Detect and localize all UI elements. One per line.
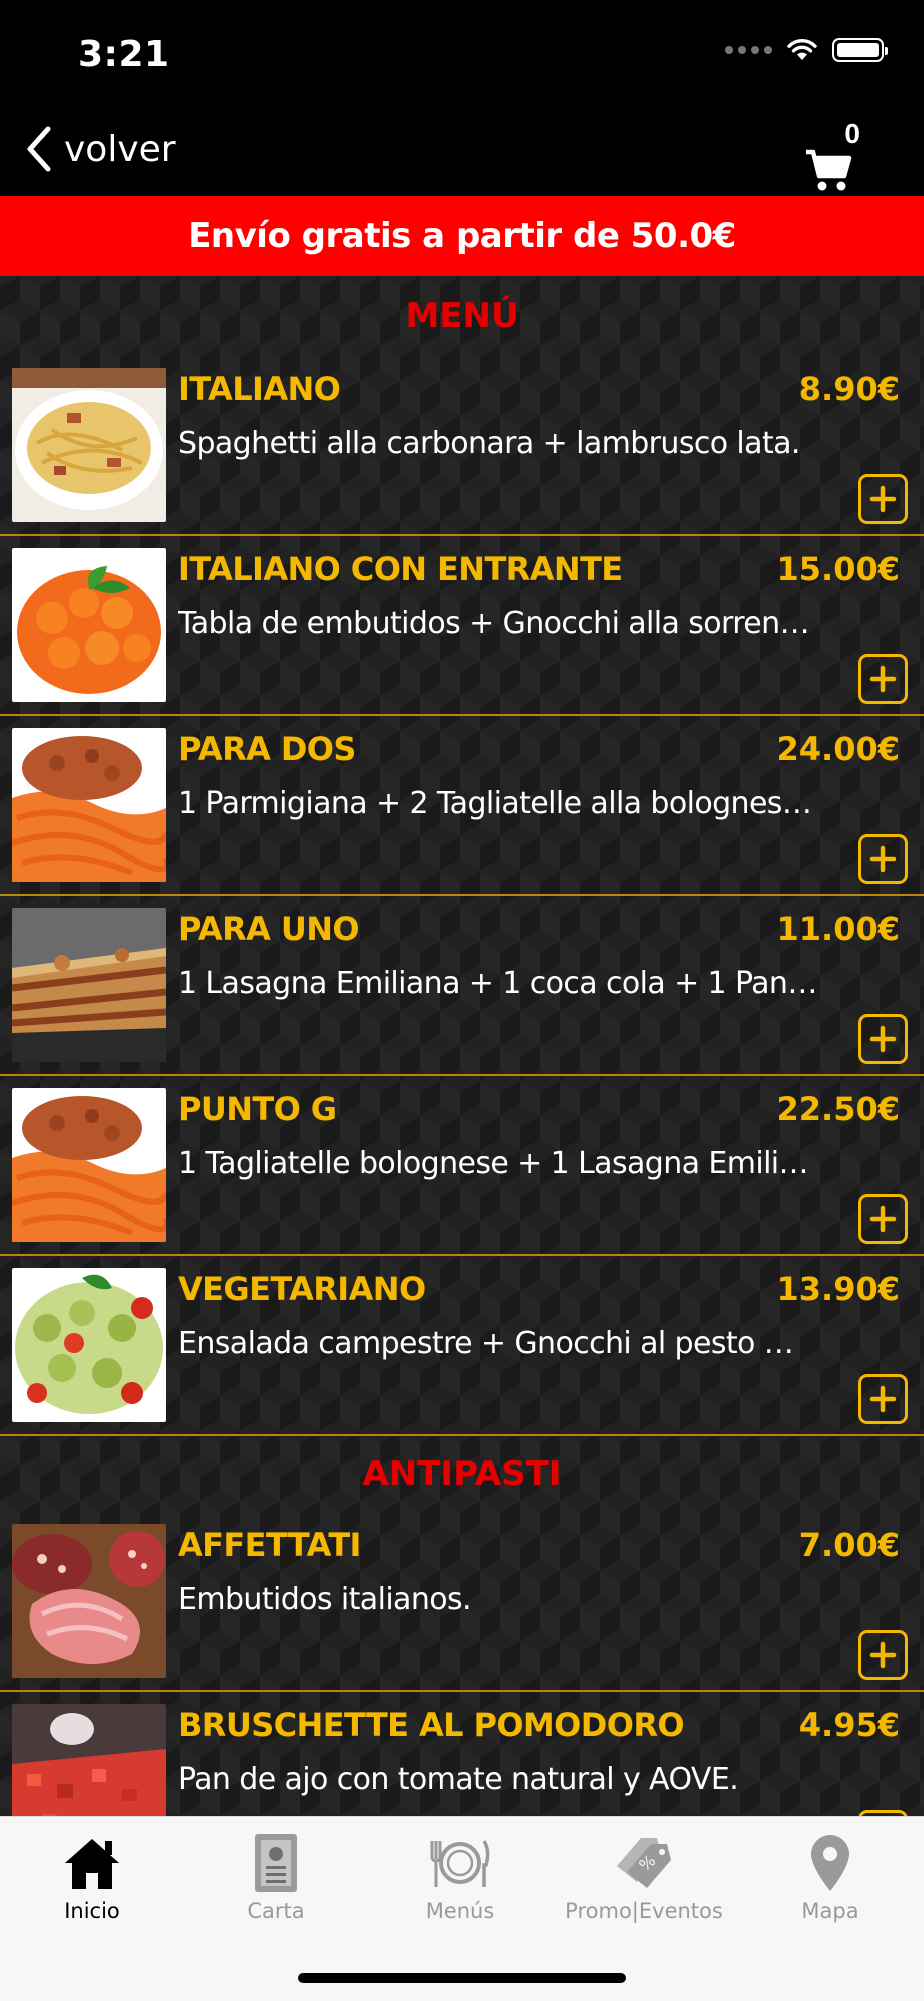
item-description: Pan de ajo con tomate natural y AOVE. bbox=[178, 1762, 739, 1797]
item-price: 15.00€ bbox=[776, 550, 900, 588]
home-icon bbox=[65, 1839, 119, 1889]
back-button[interactable]: volver bbox=[26, 122, 176, 176]
tab-label: Mapa bbox=[801, 1899, 859, 1923]
item-name: AFFETTATI bbox=[178, 1526, 361, 1564]
list-item[interactable]: ITALIANO 8.90€ Spaghetti alla carbonara … bbox=[0, 356, 924, 536]
item-name: PARA DOS bbox=[178, 730, 356, 768]
item-price: 13.90€ bbox=[776, 1270, 900, 1308]
menu-card-icon bbox=[255, 1834, 297, 1892]
item-description: Tabla de embutidos + Gnocchi alla sorren… bbox=[178, 606, 818, 641]
list-item[interactable]: BRUSCHETTE AL POMODORO 4.95€ Pan de ajo … bbox=[0, 1692, 924, 1816]
item-name: ITALIANO CON ENTRANTE bbox=[178, 550, 623, 588]
section-title-menu: MENÚ bbox=[405, 296, 519, 336]
tab-promo-eventos[interactable]: % Promo|Eventos bbox=[554, 1831, 734, 1931]
dish-image bbox=[12, 1088, 166, 1242]
cart-button[interactable]: 0 bbox=[804, 118, 864, 194]
dish-image bbox=[12, 908, 166, 1062]
plus-icon bbox=[869, 845, 897, 873]
item-price: 8.90€ bbox=[798, 370, 900, 408]
item-description: 1 Tagliatelle bolognese + 1 Lasagna Emil… bbox=[178, 1146, 818, 1181]
list-item[interactable]: PARA DOS 24.00€ 1 Parmigiana + 2 Tagliat… bbox=[0, 716, 924, 896]
menu-list[interactable]: MENÚ ITALIANO 8.90€ Spaghetti alla carbo… bbox=[0, 276, 924, 1816]
signal-icon bbox=[725, 46, 772, 54]
list-item[interactable]: AFFETTATI 7.00€ Embutidos italianos. bbox=[0, 1512, 924, 1692]
plus-icon bbox=[869, 665, 897, 693]
home-indicator bbox=[298, 1973, 626, 1983]
item-name: PARA UNO bbox=[178, 910, 360, 948]
battery-icon bbox=[832, 38, 888, 62]
tab-label: Menús bbox=[425, 1899, 495, 1923]
shopping-cart-icon bbox=[806, 149, 852, 191]
add-to-cart-button[interactable] bbox=[858, 654, 908, 704]
plus-icon bbox=[869, 1025, 897, 1053]
item-name: ITALIANO bbox=[178, 370, 341, 408]
item-price: 11.00€ bbox=[776, 910, 900, 948]
item-description: 1 Lasagna Emiliana + 1 coca cola + 1 Pan… bbox=[178, 966, 818, 1001]
add-to-cart-button[interactable] bbox=[858, 474, 908, 524]
item-description: 1 Parmigiana + 2 Tagliatelle alla bologn… bbox=[178, 786, 818, 821]
tab-carta[interactable]: Carta bbox=[186, 1831, 366, 1931]
plus-icon bbox=[869, 1641, 897, 1669]
add-to-cart-button[interactable] bbox=[858, 1014, 908, 1064]
tab-bar: Inicio Carta Menús % Promo|Eventos Mapa bbox=[0, 1816, 924, 2001]
item-price: 7.00€ bbox=[798, 1526, 900, 1564]
plus-icon bbox=[869, 1205, 897, 1233]
tab-label: Promo|Eventos bbox=[565, 1899, 723, 1923]
list-item[interactable]: PARA UNO 11.00€ 1 Lasagna Emiliana + 1 c… bbox=[0, 896, 924, 1076]
item-name: VEGETARIANO bbox=[178, 1270, 426, 1308]
plus-icon bbox=[869, 1385, 897, 1413]
tab-menus[interactable]: Menús bbox=[370, 1831, 550, 1931]
section-title-antipasti: ANTIPASTI bbox=[362, 1454, 562, 1494]
navigation-bar: volver 0 bbox=[0, 110, 924, 196]
item-description: Embutidos italianos. bbox=[178, 1582, 472, 1617]
dish-image bbox=[12, 1268, 166, 1422]
tag-percent-icon: % bbox=[617, 1838, 671, 1888]
item-name: PUNTO G bbox=[178, 1090, 337, 1128]
add-to-cart-button[interactable] bbox=[858, 1630, 908, 1680]
tab-inicio[interactable]: Inicio bbox=[2, 1831, 182, 1931]
wifi-icon bbox=[787, 39, 817, 60]
chevron-left-icon bbox=[27, 126, 51, 172]
status-bar: 3:21 bbox=[0, 0, 924, 110]
status-time: 3:21 bbox=[78, 34, 170, 75]
tab-label: Carta bbox=[247, 1899, 305, 1923]
dish-image bbox=[12, 548, 166, 702]
add-to-cart-button[interactable] bbox=[858, 1374, 908, 1424]
list-item[interactable]: PUNTO G 22.50€ 1 Tagliatelle bolognese +… bbox=[0, 1076, 924, 1256]
dish-image bbox=[12, 1704, 166, 1816]
item-name: BRUSCHETTE AL POMODORO bbox=[178, 1706, 685, 1744]
plate-cutlery-icon bbox=[430, 1840, 490, 1887]
add-to-cart-button[interactable] bbox=[858, 1194, 908, 1244]
item-description: Ensalada campestre + Gnocchi al pesto + … bbox=[178, 1326, 818, 1361]
item-price: 22.50€ bbox=[776, 1090, 900, 1128]
dish-image bbox=[12, 1524, 166, 1678]
map-pin-icon bbox=[811, 1835, 849, 1891]
free-shipping-banner: Envío gratis a partir de 50.0€ bbox=[0, 196, 924, 276]
add-to-cart-button[interactable] bbox=[858, 834, 908, 884]
item-description: Spaghetti alla carbonara + lambrusco lat… bbox=[178, 426, 800, 461]
dish-image bbox=[12, 368, 166, 522]
plus-icon bbox=[869, 485, 897, 513]
dish-image bbox=[12, 728, 166, 882]
back-label: volver bbox=[64, 128, 176, 170]
item-price: 4.95€ bbox=[798, 1706, 900, 1744]
list-item[interactable]: VEGETARIANO 13.90€ Ensalada campestre + … bbox=[0, 1256, 924, 1436]
list-item[interactable]: ITALIANO CON ENTRANTE 15.00€ Tabla de em… bbox=[0, 536, 924, 716]
tab-mapa[interactable]: Mapa bbox=[740, 1831, 920, 1931]
item-price: 24.00€ bbox=[776, 730, 900, 768]
tab-label: Inicio bbox=[64, 1899, 120, 1923]
status-icons bbox=[725, 38, 888, 62]
